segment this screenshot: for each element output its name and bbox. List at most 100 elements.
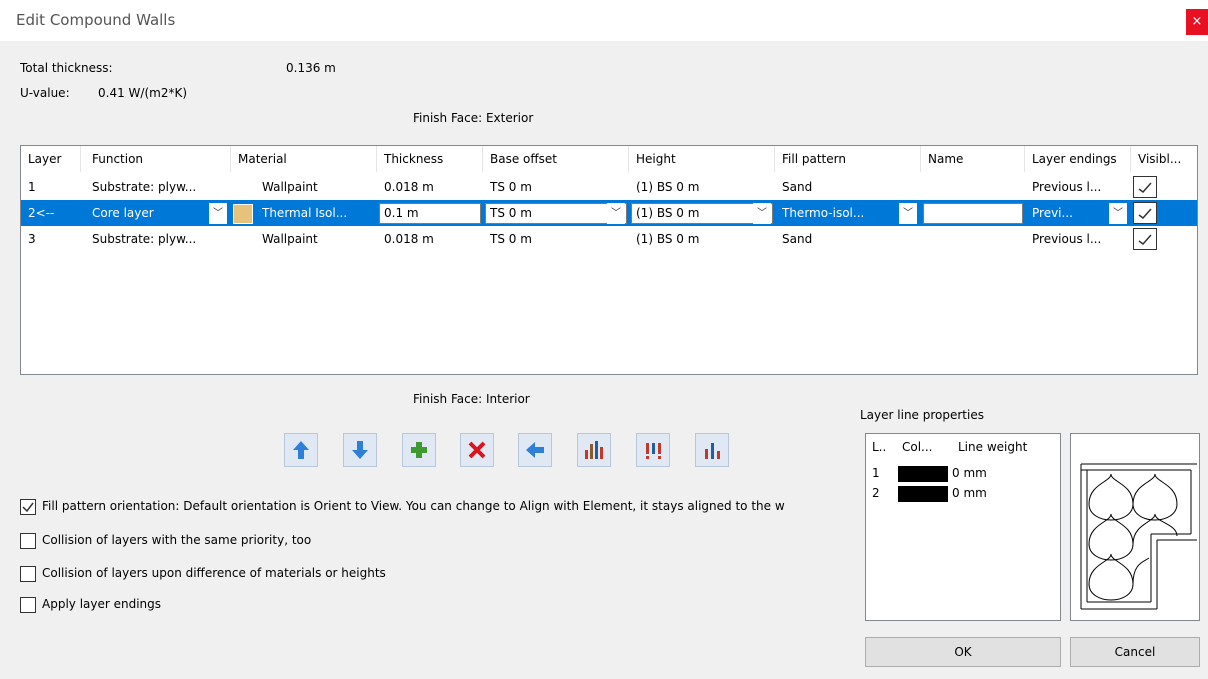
layers-table: Layer Function Material Thickness Base o… bbox=[20, 145, 1198, 375]
move-down-icon bbox=[352, 441, 368, 459]
function-dropdown[interactable]: Core layer bbox=[85, 200, 205, 226]
layer-line-row-number: 1 bbox=[872, 466, 880, 480]
bars-3-icon bbox=[705, 443, 720, 459]
fill-pattern-dropdown[interactable]: Thermo-isol... bbox=[777, 203, 919, 224]
material-field[interactable]: Thermal Isol... bbox=[255, 200, 377, 226]
checkmark-icon bbox=[1138, 182, 1152, 194]
column-header-fill-pattern[interactable]: Fill pattern bbox=[775, 146, 921, 172]
close-button[interactable]: × bbox=[1186, 9, 1208, 35]
column-header-visibility[interactable]: Visibl... bbox=[1131, 146, 1197, 172]
material-color-swatch[interactable] bbox=[233, 204, 253, 224]
layer-line-column-color[interactable]: Col... bbox=[902, 440, 933, 454]
checkmark-icon bbox=[1138, 234, 1152, 246]
row-function: Substrate: plyw... bbox=[92, 232, 197, 246]
layer-line-properties-title: Layer line properties bbox=[860, 408, 984, 422]
line-color-swatch[interactable] bbox=[898, 466, 948, 482]
row-base-offset: TS 0 m bbox=[490, 180, 532, 194]
layer-bars-2-button[interactable] bbox=[636, 433, 670, 467]
add-layer-button[interactable] bbox=[402, 433, 436, 467]
row-layer: 2<-- bbox=[28, 206, 55, 220]
table-row[interactable]: 1 Substrate: plyw... Wallpaint 0.018 m T… bbox=[21, 174, 1197, 200]
layer-bars-1-button[interactable] bbox=[577, 433, 611, 467]
column-header-thickness[interactable]: Thickness bbox=[377, 146, 483, 172]
column-header-height[interactable]: Height bbox=[629, 146, 775, 172]
u-value-label: U-value: bbox=[20, 86, 70, 100]
collision-same-priority-label: Collision of layers with the same priori… bbox=[42, 533, 312, 547]
layer-line-column-l[interactable]: L.. bbox=[872, 440, 886, 454]
row-material: Wallpaint bbox=[262, 232, 318, 246]
collision-same-priority-checkbox[interactable] bbox=[20, 533, 36, 549]
visibility-checkbox[interactable] bbox=[1133, 176, 1157, 198]
column-header-function[interactable]: Function bbox=[85, 146, 231, 172]
row-layer: 1 bbox=[28, 180, 36, 194]
finish-face-interior: Finish Face: Interior bbox=[413, 392, 530, 406]
height-dropdown[interactable]: (1) BS 0 m bbox=[631, 203, 773, 224]
name-input[interactable] bbox=[923, 203, 1023, 224]
wall-preview bbox=[1070, 433, 1200, 621]
row-fill-pattern: Sand bbox=[782, 180, 813, 194]
layer-bars-3-button[interactable] bbox=[695, 433, 729, 467]
total-thickness-label: Total thickness: bbox=[20, 61, 113, 75]
row-name bbox=[921, 226, 1025, 252]
row-thickness: 0.018 m bbox=[384, 180, 434, 194]
u-value-value: 0.41 W/(m2*K) bbox=[98, 86, 187, 100]
insert-left-button[interactable] bbox=[518, 433, 552, 467]
line-weight-value[interactable]: 0 mm bbox=[952, 486, 987, 500]
visibility-checkbox[interactable] bbox=[1133, 228, 1157, 250]
row-height: (1) BS 0 m bbox=[636, 232, 700, 246]
cancel-button[interactable]: Cancel bbox=[1070, 637, 1200, 667]
insulation-pattern-preview bbox=[1080, 463, 1197, 610]
add-layer-icon bbox=[411, 442, 427, 458]
fill-pattern-orientation-label: Fill pattern orientation: Default orient… bbox=[42, 499, 785, 513]
total-thickness-value: 0.136 m bbox=[286, 61, 336, 75]
chevron-down-icon[interactable]: ﹀ bbox=[607, 203, 625, 224]
chevron-down-icon[interactable]: ﹀ bbox=[899, 203, 917, 224]
collision-materials-checkbox[interactable] bbox=[20, 566, 36, 582]
column-header-layer-endings[interactable]: Layer endings bbox=[1025, 146, 1131, 172]
column-header-base-offset[interactable]: Base offset bbox=[483, 146, 629, 172]
layer-line-column-weight[interactable]: Line weight bbox=[958, 440, 1027, 454]
insert-left-icon bbox=[526, 442, 544, 458]
move-down-button[interactable] bbox=[343, 433, 377, 467]
title-bar bbox=[0, 0, 1208, 41]
bars-1-icon bbox=[585, 441, 603, 459]
ok-button[interactable]: OK bbox=[865, 637, 1061, 667]
line-color-swatch[interactable] bbox=[898, 486, 948, 502]
move-up-icon bbox=[293, 441, 309, 459]
chevron-down-icon[interactable]: ﹀ bbox=[209, 203, 227, 224]
row-layer: 3 bbox=[28, 232, 36, 246]
visibility-checkbox[interactable] bbox=[1133, 202, 1157, 224]
delete-layer-button[interactable] bbox=[460, 433, 494, 467]
table-row-selected[interactable]: 2<-- Core layer ﹀ Thermal Isol... 0.1 m … bbox=[21, 200, 1197, 226]
apply-layer-endings-label: Apply layer endings bbox=[42, 597, 162, 611]
fill-pattern-orientation-checkbox[interactable] bbox=[20, 499, 36, 515]
row-layer-endings: Previous l... bbox=[1032, 180, 1102, 194]
row-height: (1) BS 0 m bbox=[636, 180, 700, 194]
collision-materials-label: Collision of layers upon difference of m… bbox=[42, 566, 386, 580]
window-title: Edit Compound Walls bbox=[16, 11, 176, 29]
row-fill-pattern: Sand bbox=[782, 232, 813, 246]
chevron-down-icon[interactable]: ﹀ bbox=[1109, 203, 1127, 224]
finish-face-exterior: Finish Face: Exterior bbox=[413, 111, 534, 125]
row-thickness: 0.018 m bbox=[384, 232, 434, 246]
bars-2-icon bbox=[646, 443, 661, 459]
chevron-down-icon[interactable]: ﹀ bbox=[753, 203, 771, 224]
table-row[interactable]: 3 Substrate: plyw... Wallpaint 0.018 m T… bbox=[21, 226, 1197, 252]
thickness-input[interactable]: 0.1 m bbox=[379, 203, 481, 224]
row-function: Substrate: plyw... bbox=[92, 180, 197, 194]
move-up-button[interactable] bbox=[284, 433, 318, 467]
apply-layer-endings-checkbox[interactable] bbox=[20, 597, 36, 613]
column-header-name[interactable]: Name bbox=[921, 146, 1025, 172]
row-name bbox=[921, 174, 1025, 200]
row-material: Wallpaint bbox=[262, 180, 318, 194]
row-layer-endings: Previous l... bbox=[1032, 232, 1102, 246]
checkmark-icon bbox=[22, 502, 34, 513]
column-header-material[interactable]: Material bbox=[231, 146, 377, 172]
column-header-layer[interactable]: Layer bbox=[21, 146, 81, 172]
layer-line-row-number: 2 bbox=[872, 486, 880, 500]
base-offset-dropdown[interactable]: TS 0 m bbox=[485, 203, 627, 224]
line-weight-value[interactable]: 0 mm bbox=[952, 466, 987, 480]
layer-line-table: L.. Col... Line weight 1 0 mm 2 0 mm bbox=[865, 433, 1061, 621]
checkmark-icon bbox=[1138, 208, 1152, 220]
row-base-offset: TS 0 m bbox=[490, 232, 532, 246]
